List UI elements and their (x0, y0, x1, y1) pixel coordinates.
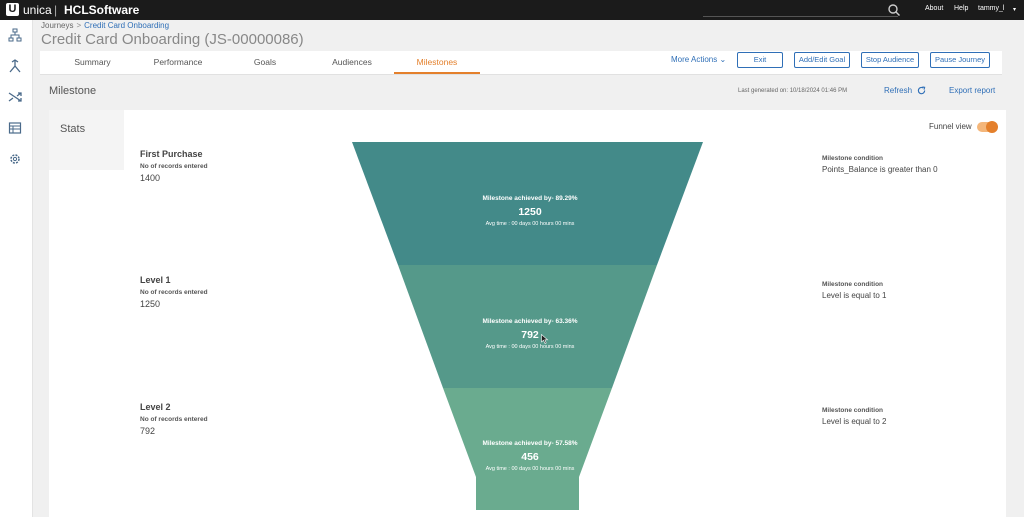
milestone-avg-time: Avg time : 00 days 00 hours 00 mins (486, 344, 575, 350)
milestone-avg-time: Avg time : 00 days 00 hours 00 mins (486, 466, 575, 472)
milestone-achieved-count: 792 (521, 329, 539, 341)
milestone-achieved-count: 456 (521, 451, 539, 463)
milestone-achieved-label: Milestone achieved by- 89.29% (482, 195, 577, 202)
milestone-funnel: Milestone achieved by- 89.29% 1250 Avg t… (352, 142, 703, 510)
milestone-avg-time: Avg time : 00 days 00 hours 00 mins (486, 221, 575, 227)
funnel-segment-level-1[interactable] (398, 265, 657, 388)
milestone-achieved-label: Milestone achieved by- 63.36% (482, 318, 577, 325)
milestone-achieved-label: Milestone achieved by- 57.58% (482, 440, 577, 447)
milestone-achieved-count: 1250 (518, 206, 542, 218)
funnel-segment-first-purchase[interactable] (352, 142, 703, 265)
funnel-segment-level-2[interactable] (443, 388, 612, 510)
mouse-cursor-icon (541, 334, 549, 344)
